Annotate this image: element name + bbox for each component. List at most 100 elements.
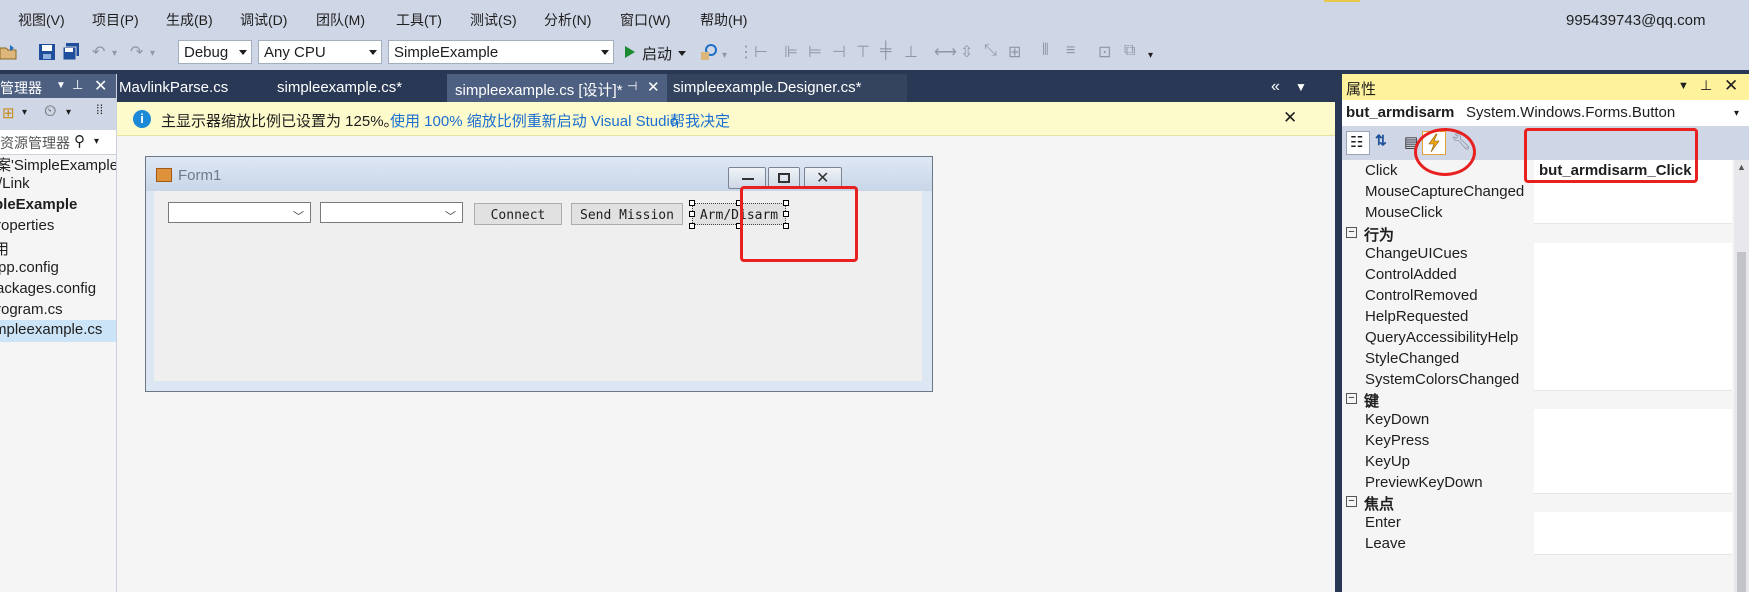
property-value[interactable] [1534,264,1732,286]
undo-dropdown-icon[interactable]: ▾ [112,48,117,59]
align-lefts-icon[interactable]: ⊢ [754,42,768,62]
property-row[interactable]: KeyUp [1342,451,1732,474]
make-same-height-icon[interactable]: ⇳ [960,42,973,62]
property-value[interactable] [1534,202,1732,224]
tree-references[interactable]: 用 [0,238,9,259]
align-to-grid-icon[interactable]: ⋮ [738,42,754,62]
close-icon[interactable]: ✕ [647,78,660,96]
align-middles-icon[interactable]: ╪ [880,42,891,60]
scroll-up-icon[interactable]: ▲ [1737,162,1746,172]
help-decide-link[interactable]: 帮我决定 [670,110,730,131]
vertical-scrollbar[interactable]: ▲ [1734,160,1749,592]
tree-mavlink[interactable]: /Link [0,175,30,192]
tree-selected-row[interactable]: mpleexample.cs [0,320,116,342]
property-value[interactable] [1534,285,1732,307]
tree-properties[interactable]: roperties [0,217,54,234]
property-value[interactable] [1534,430,1732,452]
configuration-select[interactable]: Debug [178,40,252,64]
chevron-down-icon[interactable]: ▾ [22,107,27,118]
align-bottoms-icon[interactable]: ⊥ [904,42,918,62]
redo-dropdown-icon[interactable]: ▾ [150,48,155,59]
switch-views-icon[interactable]: ⊞ [2,104,15,122]
save-icon[interactable] [38,43,56,61]
tree-packages-config[interactable]: ackages.config [0,280,96,297]
chevron-down-icon[interactable]: ▾ [94,136,99,147]
port-combobox[interactable]: ﹀ [168,202,311,223]
collapse-icon[interactable]: − [1346,227,1357,238]
make-same-width-icon[interactable]: ⟷ [934,42,957,62]
baud-combobox[interactable]: ﹀ [320,202,463,223]
user-account[interactable]: 995439743@qq.com [1566,12,1706,29]
close-icon[interactable]: ✕ [1283,108,1297,128]
menu-window[interactable]: 窗口(W) [620,10,671,30]
property-row[interactable]: KeyPress [1342,430,1732,453]
resize-handle[interactable] [689,200,695,206]
resize-handle[interactable] [689,211,695,217]
property-row[interactable]: StyleChanged [1342,348,1732,371]
menu-view[interactable]: 视图(V) [18,10,65,30]
menu-build[interactable]: 生成(B) [166,10,213,30]
collapse-icon[interactable]: − [1346,393,1357,404]
menu-help[interactable]: 帮助(H) [700,10,747,30]
alphabetical-icon[interactable]: ⇅ [1372,131,1396,155]
align-tops-icon[interactable]: ⊤ [856,42,870,62]
platform-select[interactable]: Any CPU [258,40,382,64]
undo-icon[interactable]: ↶ [92,42,105,62]
horizontal-spacing-icon[interactable]: ⫴ [1042,42,1049,60]
menu-tools[interactable]: 工具(T) [396,10,442,30]
tree-project[interactable]: pleExample [0,196,77,213]
open-folder-icon[interactable] [0,43,18,61]
category-focus[interactable]: − 焦点 [1342,491,1732,514]
align-rights2-icon[interactable]: ⊣ [832,42,846,62]
pin-icon[interactable]: ⊣ [627,79,637,93]
pin-icon[interactable]: ⊥ [72,77,83,93]
categorized-icon[interactable]: ☷ [1346,131,1370,155]
menu-debug[interactable]: 调试(D) [240,10,287,30]
property-row[interactable]: HelpRequested [1342,306,1732,329]
property-value[interactable] [1534,409,1732,431]
save-all-icon[interactable] [62,43,80,61]
panel-menu-icon[interactable]: ▼ [1678,80,1689,92]
tab-designer-cs[interactable]: simpleexample.Designer.cs* [667,74,907,102]
tree-program-cs[interactable]: rogram.cs [0,301,63,318]
category-key[interactable]: − 键 [1342,388,1732,411]
close-icon[interactable]: ✕ [94,76,107,96]
category-behavior[interactable]: − 行为 [1342,222,1732,245]
property-row[interactable]: QueryAccessibilityHelp [1342,327,1732,350]
property-value[interactable] [1534,512,1732,534]
property-row[interactable]: ControlRemoved [1342,285,1732,308]
toolbar-overflow-icon[interactable]: ▾ [722,50,727,61]
property-row[interactable]: MouseCaptureChanged [1342,181,1732,204]
tree-solution[interactable]: 案'SimpleExample [0,154,116,175]
solution-search-field[interactable]: 资源管理器 ⚲ ▾ [0,130,116,155]
splitter[interactable] [1335,74,1342,592]
tree-app-config[interactable]: pp.config [0,259,59,276]
restart-link[interactable]: 使用 100% 缩放比例重新启动 Visual Studio [390,110,678,131]
toolbar-overflow-icon[interactable]: ▾ [1148,50,1153,61]
property-value[interactable] [1534,306,1732,328]
property-row[interactable]: ChangeUICues [1342,243,1732,266]
menu-team[interactable]: 团队(M) [316,10,365,30]
collapse-icon[interactable]: − [1346,496,1357,507]
property-value[interactable] [1534,243,1732,265]
more-icon[interactable]: ⁞⁞ [96,102,103,117]
scrollbar-thumb[interactable] [1737,252,1746,592]
property-value[interactable] [1534,533,1732,555]
property-row[interactable]: Leave [1342,533,1732,556]
panel-menu-icon[interactable]: ▼ [56,80,66,91]
menu-test[interactable]: 测试(S) [470,10,517,30]
make-same-size-icon[interactable]: ⤡ [984,42,997,60]
center-vertically-icon[interactable]: ⧉ [1124,42,1135,60]
property-value[interactable] [1534,348,1732,370]
tab-simpleexample-cs[interactable]: simpleexample.cs* [277,74,447,102]
center-horizontally-icon[interactable]: ⊡ [1098,42,1111,62]
send-mission-button[interactable]: Send Mission [571,203,683,225]
close-icon[interactable]: ✕ [1724,76,1738,96]
history-icon[interactable]: ⏲ [44,103,56,121]
resize-handle[interactable] [689,223,695,229]
property-row[interactable]: Enter [1342,512,1732,535]
tab-simpleexample-design[interactable]: simpleexample.cs [设计]* ⊣ ✕ [447,74,667,102]
align-rights-icon[interactable]: ⊨ [808,42,822,62]
find-in-files-icon[interactable] [700,43,718,61]
redo-icon[interactable]: ↷ [130,42,143,62]
